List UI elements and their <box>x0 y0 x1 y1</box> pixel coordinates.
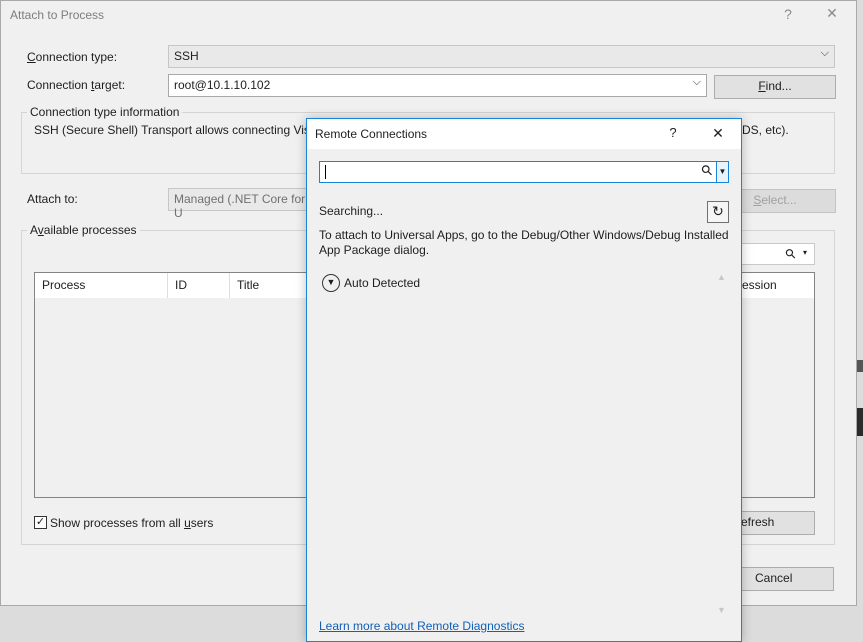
dialog-title: Attach to Process <box>10 8 105 22</box>
connection-target-input[interactable]: root@10.1.10.102 ⌵ <box>168 74 707 97</box>
remote-connections-dialog: Remote Connections ? ✕ ⚲ ▼ Searching... … <box>306 118 742 642</box>
help-button[interactable]: ? <box>663 125 683 140</box>
scroll-down-icon[interactable]: ▼ <box>717 605 726 615</box>
search-status: Searching... <box>319 204 384 218</box>
chevron-down-icon[interactable]: ▾ <box>803 248 807 257</box>
scroll-up-icon[interactable]: ▲ <box>717 272 726 282</box>
connection-target-value: root@10.1.10.102 <box>174 78 271 92</box>
close-button[interactable]: ✕ <box>822 5 842 22</box>
search-icon[interactable]: ⚲ <box>697 161 716 180</box>
background-window-edge <box>857 408 863 436</box>
help-button[interactable]: ? <box>778 6 798 22</box>
text-caret <box>325 165 326 179</box>
find-button[interactable]: Find... <box>714 75 836 99</box>
connection-type-value: SSH <box>174 49 199 63</box>
chevron-down-icon: ⌵ <box>820 47 829 59</box>
chevron-down-icon[interactable]: ▼ <box>322 274 340 292</box>
universal-apps-info: To attach to Universal Apps, go to the D… <box>319 228 729 257</box>
connection-target-label: Connection target: <box>27 78 126 92</box>
chevron-down-icon[interactable]: ⌵ <box>693 76 701 89</box>
attach-to-field: Managed (.NET Core for U <box>168 188 318 220</box>
process-filter-input[interactable]: ⚲ ▾ <box>737 243 815 265</box>
available-processes-caption: Available processes <box>27 223 140 237</box>
column-header-process[interactable]: Process <box>35 273 168 298</box>
show-all-users-checkbox[interactable]: ✓ <box>34 516 47 529</box>
search-dropdown-arrow-icon[interactable]: ▼ <box>716 162 728 182</box>
column-header-id[interactable]: ID <box>168 273 230 298</box>
remote-search-input[interactable]: ⚲ ▼ <box>319 161 729 183</box>
attach-to-value: Managed (.NET Core for U <box>174 192 306 220</box>
show-all-users-label[interactable]: Show processes from all users <box>50 516 213 530</box>
attach-to-label: Attach to: <box>27 192 78 206</box>
column-header-session[interactable]: ession <box>735 273 814 298</box>
connection-info-text-end: DS, etc). <box>742 123 789 137</box>
refresh-icon[interactable]: ↻ <box>707 201 729 223</box>
remote-connections-titlebar: Remote Connections ? ✕ <box>307 119 741 149</box>
search-icon: ⚲ <box>781 244 800 263</box>
background-window-edge <box>857 360 863 372</box>
connection-type-label: Connection type: <box>27 50 118 64</box>
connection-type-select[interactable]: SSH ⌵ <box>168 45 835 68</box>
close-button[interactable]: ✕ <box>708 125 728 142</box>
connection-info-text: SSH (Secure Shell) Transport allows conn… <box>34 123 317 137</box>
auto-detected-section-header[interactable]: Auto Detected <box>344 276 420 290</box>
remote-connections-title: Remote Connections <box>315 127 428 141</box>
connection-info-caption: Connection type information <box>27 105 183 119</box>
learn-more-link[interactable]: Learn more about Remote Diagnostics <box>319 619 524 633</box>
